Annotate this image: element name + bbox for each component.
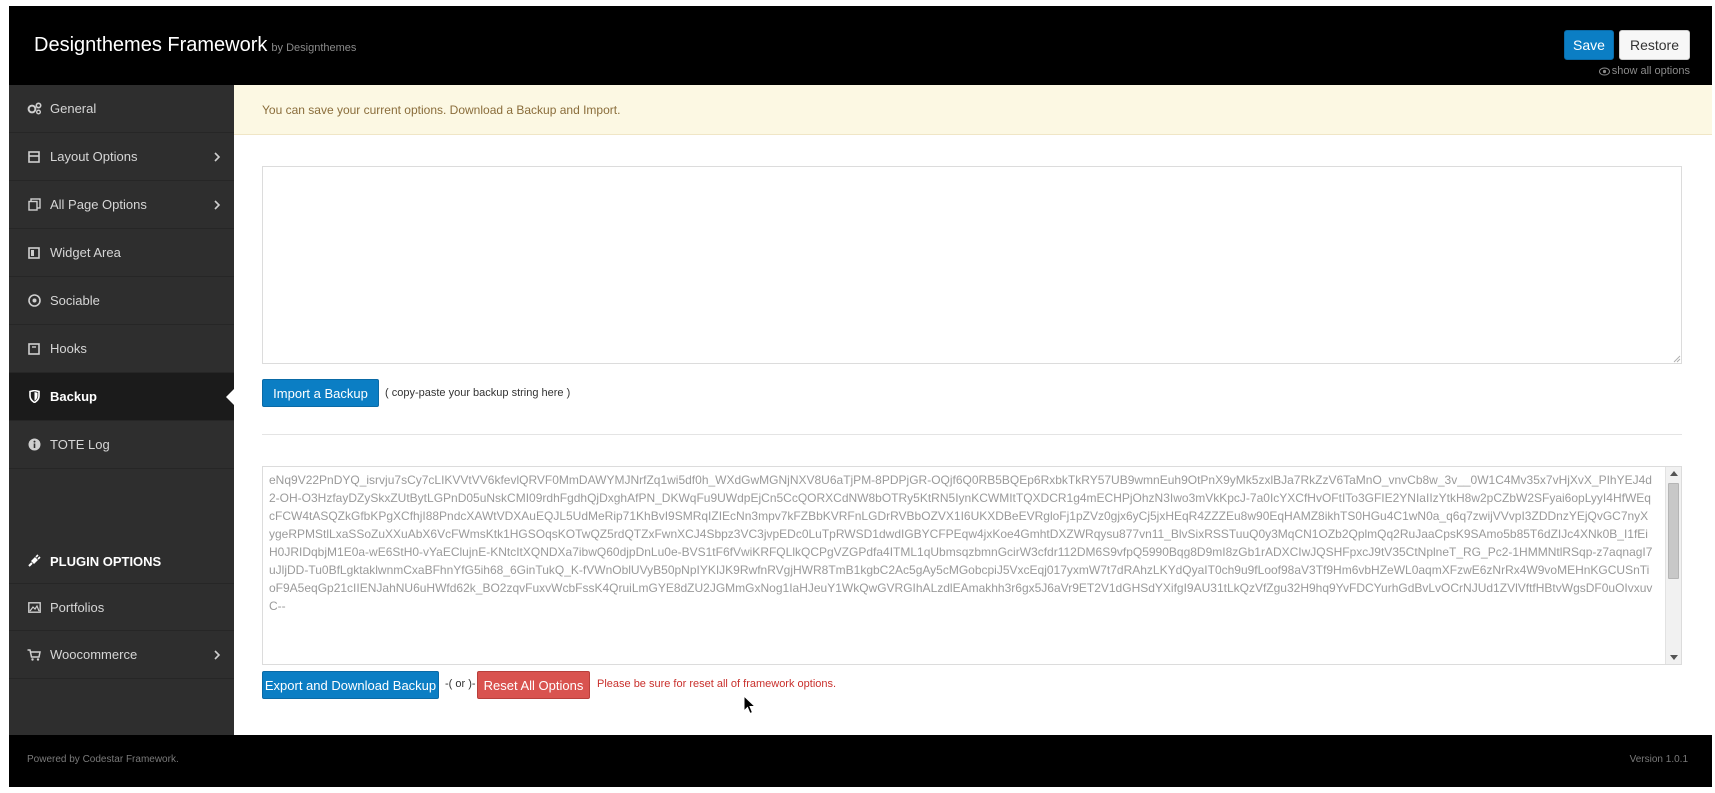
layout-icon: [26, 149, 42, 165]
sidebar-item-label: All Page Options: [50, 197, 147, 212]
gears-icon: [26, 101, 42, 117]
footer-powered-by: Powered by Codestar Framework.: [27, 754, 179, 765]
sidebar-item-label: Widget Area: [50, 245, 121, 260]
scroll-down-icon[interactable]: [1670, 655, 1678, 660]
show-all-options-link[interactable]: show all options: [1569, 65, 1690, 77]
scroll-up-icon[interactable]: [1670, 471, 1678, 476]
export-backup-string: eNq9V22PnDYQ_isrvju7sCy7cLIKVVtVV6kfevlQ…: [269, 473, 1653, 613]
sidebar-item-layout-options[interactable]: Layout Options: [9, 133, 234, 181]
plug-icon: [26, 553, 42, 569]
sidebar-item-all-page-options[interactable]: All Page Options: [9, 181, 234, 229]
sidebar-item-tote-log[interactable]: TOTE Log: [9, 421, 234, 469]
sidebar-item-label: Sociable: [50, 293, 100, 308]
top-header: Designthemes Framework by Designthemes Sa…: [9, 6, 1712, 85]
sidebar-item-label: Portfolios: [50, 599, 105, 615]
active-pointer: [226, 389, 234, 405]
sidebar-item-widget-area[interactable]: Widget Area: [9, 229, 234, 277]
footer-version: Version 1.0.1: [1629, 754, 1688, 765]
sidebar-item-label: Layout Options: [50, 149, 138, 164]
export-scrollbar[interactable]: [1665, 467, 1681, 664]
save-button[interactable]: Save: [1564, 30, 1614, 60]
eye-icon: [1598, 67, 1610, 76]
import-hint: ( copy-paste your backup string here ): [385, 387, 571, 399]
mouse-cursor-icon: [743, 695, 757, 715]
sidebar-item-portfolios[interactable]: Portfolios: [9, 583, 234, 631]
show-all-options-label: show all options: [1611, 65, 1690, 77]
export-backup-textarea[interactable]: eNq9V22PnDYQ_isrvju7sCy7cLIKVVtVV6kfevlQ…: [262, 466, 1682, 665]
sidebar-item-label: Woocommerce: [50, 647, 138, 662]
brand-title: Designthemes Framework by Designthemes: [34, 34, 356, 57]
sidebar-item-label: Backup: [50, 389, 97, 404]
import-backup-button[interactable]: Import a Backup: [262, 379, 379, 407]
app-frame: Designthemes Framework by Designthemes Sa…: [9, 6, 1712, 787]
sidebar-item-label: General: [50, 101, 97, 116]
section-divider: [262, 434, 1682, 435]
or-separator: -( or )-: [445, 678, 476, 690]
hooks-icon: [26, 341, 42, 357]
sidebar-item-general[interactable]: General: [9, 85, 234, 133]
chevron-right-icon: [214, 152, 221, 162]
restore-button[interactable]: Restore: [1619, 30, 1690, 60]
plugin-options-heading: PLUGIN OPTIONS: [9, 538, 234, 584]
plugin-options-label: PLUGIN OPTIONS: [50, 553, 162, 569]
shield-icon: [26, 389, 42, 405]
resize-grip-icon[interactable]: [1673, 355, 1681, 363]
chevron-right-icon: [214, 200, 221, 210]
info-notice: You can save your current options. Downl…: [234, 85, 1712, 135]
sidebar-item-woocommerce[interactable]: Woocommerce: [9, 631, 234, 679]
sidebar: General Layout Options All Page Options …: [9, 85, 234, 735]
sidebar-item-label: TOTE Log: [50, 437, 110, 452]
sidebar-item-label: Hooks: [50, 341, 87, 356]
cart-icon: [26, 647, 42, 663]
scroll-thumb[interactable]: [1668, 483, 1679, 579]
image-icon: [26, 599, 42, 615]
sidebar-item-sociable[interactable]: Sociable: [9, 277, 234, 325]
import-backup-textarea[interactable]: [262, 166, 1682, 364]
brand-by: by Designthemes: [271, 42, 357, 54]
footer: Powered by Codestar Framework. Version 1…: [9, 735, 1712, 787]
chevron-right-icon: [214, 650, 221, 660]
main-content: You can save your current options. Downl…: [234, 85, 1712, 735]
pages-icon: [26, 197, 42, 213]
brand-name: Designthemes Framework: [34, 34, 268, 56]
social-icon: [26, 293, 42, 309]
info-icon: [26, 437, 42, 453]
sidebar-item-backup[interactable]: Backup: [9, 373, 234, 421]
export-download-button[interactable]: Export and Download Backup: [262, 671, 439, 699]
widget-icon: [26, 245, 42, 261]
reset-warning: Please be sure for reset all of framewor…: [597, 678, 837, 690]
reset-all-options-button[interactable]: Reset All Options: [477, 671, 590, 699]
sidebar-item-hooks[interactable]: Hooks: [9, 325, 234, 373]
